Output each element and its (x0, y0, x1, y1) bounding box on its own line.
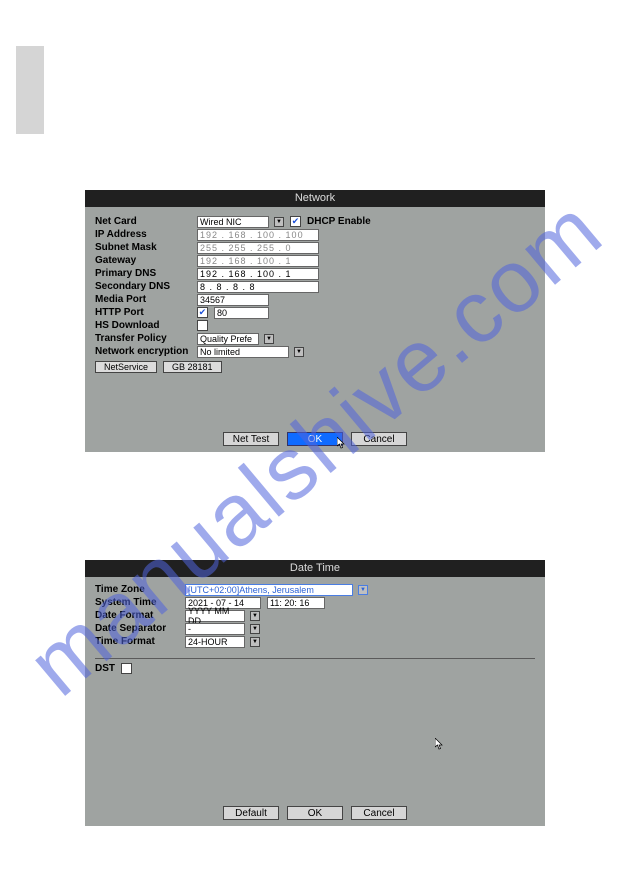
ip-input[interactable]: 192 . 168 . 100 . 100 (197, 229, 319, 241)
netservice-button[interactable]: NetService (95, 361, 157, 373)
ok-button[interactable]: OK (287, 432, 343, 446)
http-port-checkbox[interactable]: ✔ (197, 307, 208, 318)
dst-label: DST (95, 663, 115, 674)
dformat-label: Date Format (95, 610, 179, 621)
time-format-select[interactable]: 24-HOUR (185, 636, 245, 648)
chevron-down-icon[interactable]: ▼ (250, 624, 260, 634)
chevron-down-icon[interactable]: ▼ (250, 611, 260, 621)
gateway-label: Gateway (95, 255, 191, 266)
default-button[interactable]: Default (223, 806, 279, 820)
subnet-label: Subnet Mask (95, 242, 191, 253)
pdns-label: Primary DNS (95, 268, 191, 279)
mport-label: Media Port (95, 294, 191, 305)
network-panel: Network Net Card Wired NIC ▼ ✔ DHCP Enabl… (85, 190, 545, 452)
primary-dns-input[interactable]: 192 . 168 . 100 . 1 (197, 268, 319, 280)
sdns-label: Secondary DNS (95, 281, 191, 292)
chevron-down-icon[interactable]: ▼ (274, 217, 284, 227)
netcard-label: Net Card (95, 216, 191, 227)
ip-label: IP Address (95, 229, 191, 240)
transfer-policy-select[interactable]: Quality Prefe (197, 333, 259, 345)
tformat-label: Time Format (95, 636, 179, 647)
cancel-button[interactable]: Cancel (351, 432, 407, 446)
subnet-input[interactable]: 255 . 255 . 255 . 0 (197, 242, 319, 254)
media-port-input[interactable]: 34567 (197, 294, 269, 306)
systime-label: System Time (95, 597, 179, 608)
datetime-panel: Date Time Time Zone [UTC+02:00]Athens, J… (85, 560, 545, 826)
side-tab (16, 46, 44, 134)
network-title: Network (85, 190, 545, 207)
dhcp-label: DHCP Enable (307, 216, 371, 227)
dhcp-checkbox[interactable]: ✔ (290, 216, 301, 227)
tz-label: Time Zone (95, 584, 179, 595)
secondary-dns-input[interactable]: 8 . 8 . 8 . 8 (197, 281, 319, 293)
tpolicy-label: Transfer Policy (95, 333, 191, 344)
nettest-button[interactable]: Net Test (223, 432, 279, 446)
cancel-button[interactable]: Cancel (351, 806, 407, 820)
http-port-input[interactable]: 80 (214, 307, 269, 319)
gateway-input[interactable]: 192 . 168 . 100 . 1 (197, 255, 319, 267)
ok-button[interactable]: OK (287, 806, 343, 820)
chevron-down-icon[interactable]: ▼ (358, 585, 368, 595)
dsep-label: Date Separator (95, 623, 179, 634)
hport-label: HTTP Port (95, 307, 191, 318)
chevron-down-icon[interactable]: ▼ (294, 347, 304, 357)
chevron-down-icon[interactable]: ▼ (264, 334, 274, 344)
timezone-select[interactable]: [UTC+02:00]Athens, Jerusalem (185, 584, 353, 596)
gb28181-button[interactable]: GB 28181 (163, 361, 222, 373)
cursor-icon (435, 738, 445, 750)
dst-checkbox[interactable] (121, 663, 132, 674)
network-encryption-select[interactable]: No limited (197, 346, 289, 358)
date-format-select[interactable]: YYYY MM DD (185, 610, 245, 622)
datetime-title: Date Time (85, 560, 545, 577)
hs-download-checkbox[interactable] (197, 320, 208, 331)
netcard-select[interactable]: Wired NIC (197, 216, 269, 228)
date-separator-select[interactable]: - (185, 623, 245, 635)
chevron-down-icon[interactable]: ▼ (250, 637, 260, 647)
hs-label: HS Download (95, 320, 191, 331)
time-input[interactable]: 11: 20: 16 (267, 597, 325, 609)
nenc-label: Network encryption (95, 346, 191, 357)
